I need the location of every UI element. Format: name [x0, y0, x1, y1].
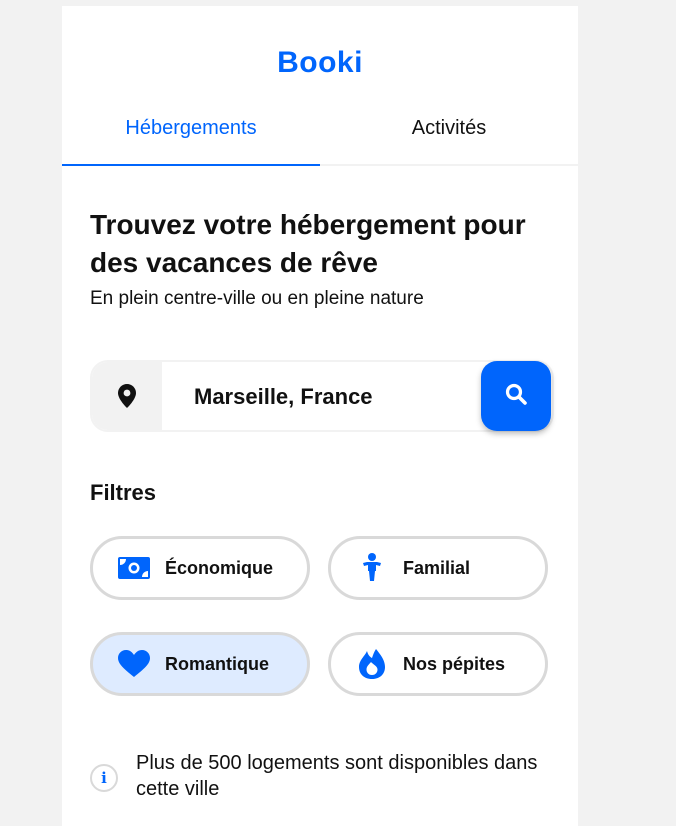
tab-bar: Hébergements Activités: [62, 110, 578, 166]
search-icon: [505, 383, 527, 410]
page-subtitle: En plein centre-ville ou en pleine natur…: [90, 288, 424, 309]
fire-icon: [355, 647, 389, 681]
search-input[interactable]: [192, 376, 476, 418]
map-pin-icon: [92, 362, 162, 430]
info-text: Plus de 500 logements sont disponibles d…: [136, 752, 538, 800]
filter-nos-pepites[interactable]: Nos pépites: [328, 632, 548, 696]
page-title: Trouvez votre hébergement pour des vacan…: [90, 209, 526, 278]
app-container: Booki Hébergements Activités Trouvez vot…: [62, 6, 578, 826]
filters-title: Filtres: [90, 480, 157, 505]
info-icon: i: [90, 764, 118, 792]
filter-label: Nos pépites: [403, 653, 506, 674]
filter-label: Économique: [165, 557, 274, 578]
tab-hebergements[interactable]: Hébergements: [62, 110, 320, 166]
filter-romantique[interactable]: Romantique: [90, 632, 310, 696]
booki-logo[interactable]: Booki: [62, 46, 578, 80]
filter-economique[interactable]: Économique: [90, 536, 310, 600]
child-icon: [355, 551, 389, 585]
tab-activites[interactable]: Activités: [320, 110, 578, 164]
search-button[interactable]: [481, 361, 551, 431]
filter-label: Familial: [403, 557, 471, 578]
filter-familial[interactable]: Familial: [328, 536, 548, 600]
heart-icon: [117, 647, 151, 681]
money-bill-icon: [117, 551, 151, 585]
filter-label: Romantique: [165, 653, 270, 674]
